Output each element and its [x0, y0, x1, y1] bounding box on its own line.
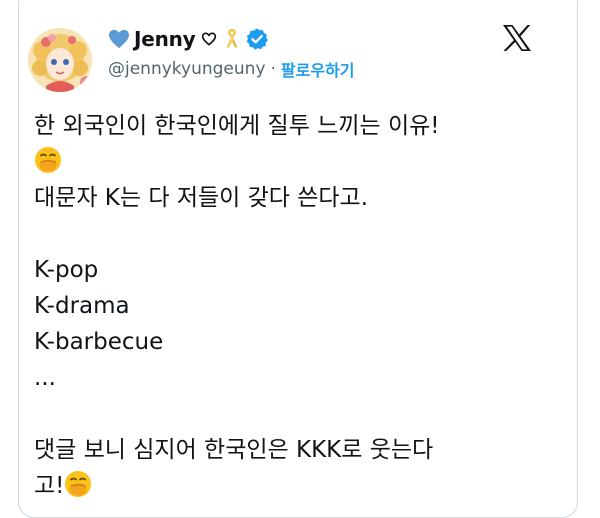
tweet-line-3: 댓글 보니 심지어 한국인은 KKK로 웃는다 [34, 437, 434, 463]
yellow-ribbon-icon [226, 29, 238, 48]
avatar-illustration [28, 28, 92, 92]
tweet-list-item: K-pop [34, 257, 99, 283]
tweet-line-4-row: 고! [34, 468, 554, 504]
tweet-list-item: K-barbecue [34, 329, 164, 355]
face-with-hand-over-mouth-emoji [35, 147, 61, 173]
face-with-hand-over-mouth-emoji [65, 471, 92, 497]
x-logo-icon[interactable] [502, 24, 532, 52]
follow-button[interactable]: 팔로우하기 [281, 57, 355, 81]
tweet-text: 한 외국인이 한국인에게 질투 느끼는 이유! 대문자 K는 다 저들이 갖다 … [34, 108, 554, 504]
verified-badge-icon [246, 28, 268, 50]
handle-row: @jennykyungeuny · 팔로우하기 [108, 57, 355, 81]
tweet-line-2: 대문자 K는 다 저들이 갖다 쓴다고. [34, 185, 369, 211]
author-handle[interactable]: @jennykyungeuny [108, 59, 266, 79]
avatar[interactable] [28, 28, 92, 92]
tweet-line-4: 고! [34, 473, 65, 499]
blue-heart-icon [109, 29, 129, 49]
tweet-list-item: ... [34, 365, 56, 391]
outline-heart-icon [201, 32, 216, 46]
tweet-emoji-line [34, 144, 554, 180]
display-name: Jenny [134, 27, 196, 51]
author-name-row[interactable]: Jenny [108, 24, 269, 54]
tweet-line-1: 한 외국인이 한국인에게 질투 느끼는 이유! [34, 113, 440, 139]
separator-dot: · [270, 59, 276, 79]
tweet-list-item: K-drama [34, 293, 130, 319]
